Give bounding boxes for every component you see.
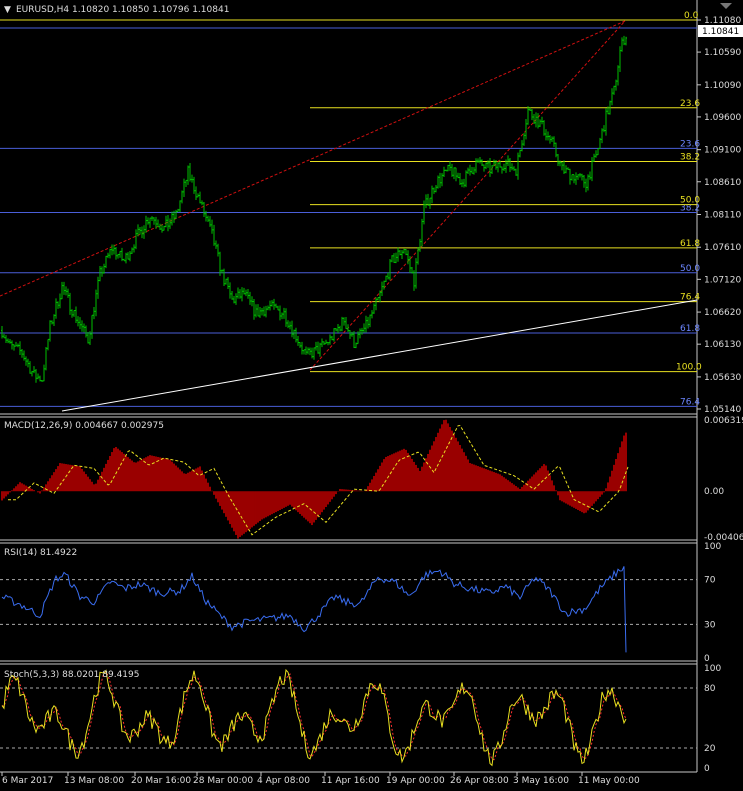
price-tick-label: 1.10090 xyxy=(704,81,741,91)
stoch-tick-label: 80 xyxy=(704,684,716,694)
price-tick-label: 1.08110 xyxy=(704,211,741,221)
chart-window: 23.6 38.2 50.0 61.8 76.4 0.0 23.6 38.2 50.0 61.8 7… xyxy=(0,0,743,791)
stoch-tick-label: 100 xyxy=(704,664,721,674)
chart-canvas[interactable]: 23.638.250.061.876.40.023.638.250.061.87… xyxy=(0,0,743,791)
time-tick-label: 19 Apr 00:00 xyxy=(386,776,445,786)
time-tick-label: 6 Mar 2017 xyxy=(2,776,53,786)
price-tick-label: 1.06130 xyxy=(704,340,741,350)
fib-yellow-label: 23.6 xyxy=(680,99,700,109)
price-tick-label: 1.05140 xyxy=(704,405,741,415)
price-tick-label: 1.07610 xyxy=(704,243,741,253)
fib-yellow-label: 50.0 xyxy=(680,196,700,206)
fib-blue-label: 76.4 xyxy=(680,397,700,407)
time-tick-label: 26 Apr 08:00 xyxy=(450,776,509,786)
symbol-header: EURUSD,H4 1.10820 1.10850 1.10796 1.1084… xyxy=(16,5,229,15)
fib-blue-label: 23.6 xyxy=(680,139,700,149)
time-tick-label: 13 Mar 08:00 xyxy=(64,776,124,786)
fib-blue-label: 50.0 xyxy=(680,264,700,274)
rsi-title: RSI(14) 81.4922 xyxy=(4,548,77,558)
time-tick-label: 4 Apr 08:00 xyxy=(257,776,310,786)
rsi-tick-label: 30 xyxy=(704,620,716,630)
stoch-tick-label: 0 xyxy=(704,764,710,774)
current-price-label: 1.10841 xyxy=(702,27,739,37)
price-tick-label: 1.10590 xyxy=(704,48,741,58)
stoch-title: Stoch(5,3,3) 88.0201 89.4195 xyxy=(4,670,139,680)
price-tick-label: 1.09600 xyxy=(704,113,741,123)
fib-yellow-label: 38.2 xyxy=(680,152,700,162)
macd-tick-label: 0.006319 xyxy=(704,416,743,426)
header-dropdown-icon[interactable]: ▼ xyxy=(4,5,11,15)
rsi-tick-label: 100 xyxy=(704,542,721,552)
price-tick-label: 1.11080 xyxy=(704,16,741,26)
price-tick-label: 1.06620 xyxy=(704,308,741,318)
time-tick-label: 20 Mar 16:00 xyxy=(131,776,191,786)
macd-title: MACD(12,26,9) 0.004667 0.002975 xyxy=(4,421,164,431)
fib-blue-label: 61.8 xyxy=(680,324,700,334)
price-tick-label: 1.08610 xyxy=(704,178,741,188)
price-tick-label: 1.09100 xyxy=(704,146,741,156)
price-tick-label: 1.07120 xyxy=(704,275,741,285)
time-tick-label: 11 May 00:00 xyxy=(578,776,640,786)
fib-yellow-label: 0.0 xyxy=(684,11,699,21)
time-tick-label: 11 Apr 16:00 xyxy=(321,776,380,786)
stoch-tick-label: 20 xyxy=(704,744,716,754)
time-tick-label: 28 Mar 00:00 xyxy=(193,776,253,786)
macd-tick-label: 0.00 xyxy=(704,487,724,497)
rsi-tick-label: 70 xyxy=(704,576,716,586)
fib-yellow-label: 100.0 xyxy=(676,363,702,373)
price-tick-label: 1.05630 xyxy=(704,373,741,383)
time-tick-label: 3 May 16:00 xyxy=(513,776,569,786)
rsi-tick-label: 0 xyxy=(704,654,710,664)
